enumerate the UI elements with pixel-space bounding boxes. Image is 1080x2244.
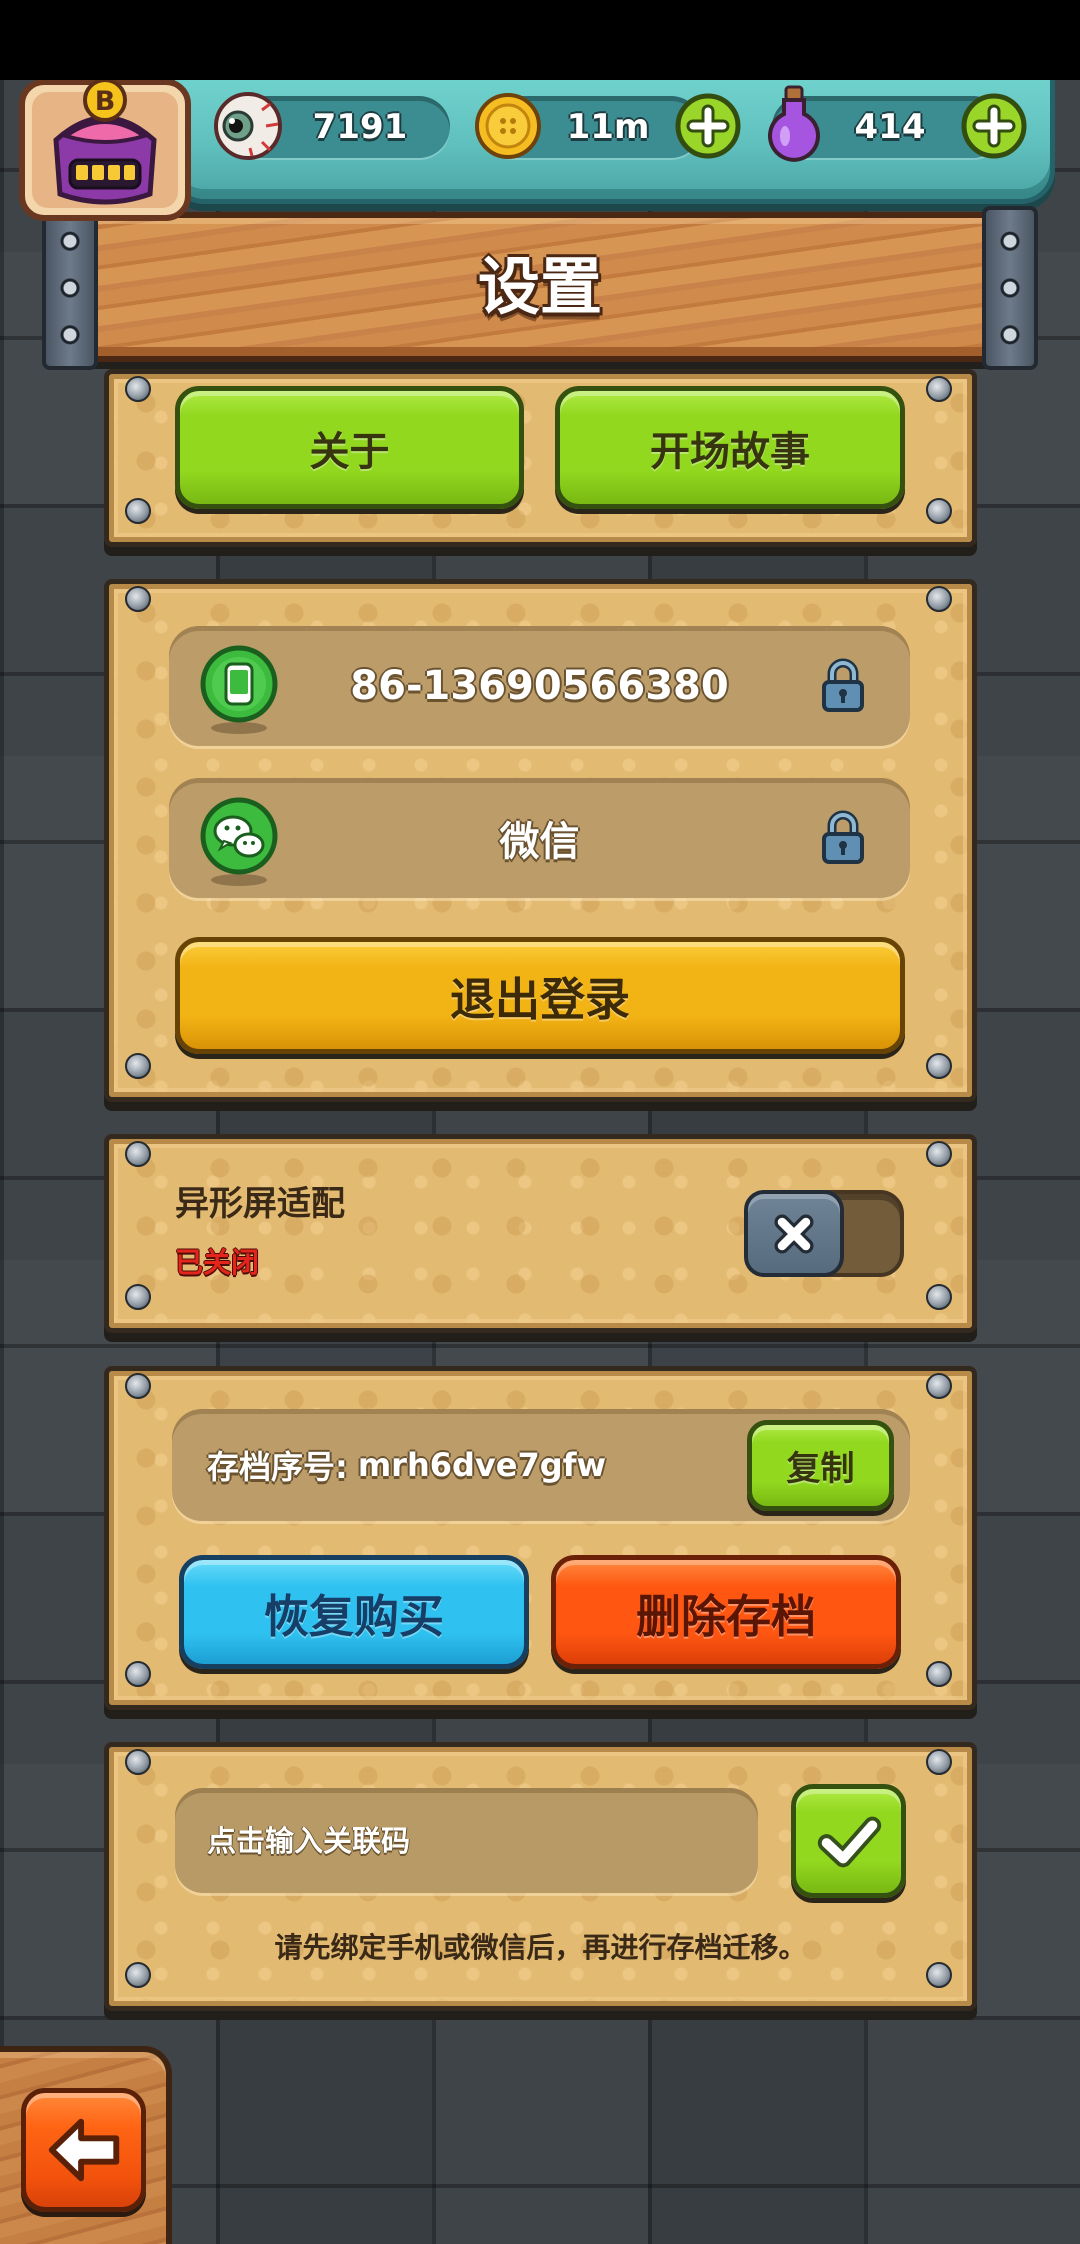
panel-screw	[926, 1141, 952, 1167]
panel-screw	[125, 1661, 151, 1687]
coin-count: 11m	[566, 107, 650, 147]
save-panel: 存档序号: mrh6dve7gfw 复制 恢复购买 删除存档	[104, 1366, 977, 1710]
link-code-panel: 请先绑定手机或微信后，再进行存档迁移。	[104, 1742, 977, 2011]
migration-hint: 请先绑定手机或微信后，再进行存档迁移。	[274, 1931, 807, 1964]
account-panel: 86-13690566380 微信 退出登录	[104, 579, 977, 1102]
panel-screw	[125, 1141, 151, 1167]
display-panel: 异形屏适配 已关闭	[104, 1134, 977, 1333]
confirm-link-button[interactable]	[791, 1784, 906, 1898]
notch-adapt-toggle[interactable]	[744, 1190, 904, 1277]
notch-adapt-status: 已关闭	[175, 1246, 260, 1279]
about-button[interactable]: 关于	[175, 386, 524, 509]
panel-screw	[125, 1284, 151, 1310]
panel-screw	[125, 376, 151, 402]
panel-screw	[125, 586, 151, 612]
add-coins-plus-icon[interactable]	[674, 92, 742, 160]
panel-screw	[926, 376, 952, 402]
info-panel: 关于 开场故事	[104, 369, 977, 547]
coin-icon	[475, 93, 541, 159]
lock-icon	[822, 658, 864, 712]
panel-screw	[125, 1749, 151, 1775]
link-code-input[interactable]	[175, 1788, 758, 1893]
eyeball-count: 7191	[312, 107, 408, 147]
delete-save-button[interactable]: 删除存档	[551, 1555, 901, 1669]
panel-screw	[125, 1373, 151, 1399]
panel-screw	[125, 1053, 151, 1079]
panel-screw	[926, 586, 952, 612]
panel-screw	[926, 1373, 952, 1399]
close-icon	[774, 1214, 814, 1253]
back-button[interactable]	[21, 2088, 146, 2212]
checkmark-icon	[817, 1816, 881, 1868]
wechat-binding-row[interactable]: 微信	[169, 778, 910, 898]
phone-binding-row[interactable]: 86-13690566380	[169, 626, 910, 746]
save-id-value: mrh6dve7gfw	[357, 1446, 607, 1484]
monster-avatar-icon[interactable]: B	[16, 74, 194, 224]
page-title: 设置	[477, 250, 602, 323]
save-id-text: 存档序号: mrh6dve7gfw	[207, 1409, 606, 1521]
eyeball-icon	[214, 92, 282, 160]
potion-icon	[768, 85, 820, 162]
wechat-label: 微信	[499, 819, 580, 865]
phone-number: 86-13690566380	[350, 663, 729, 709]
left-arrow-icon	[48, 2118, 119, 2182]
potion-count: 414	[854, 107, 926, 147]
panel-screw	[926, 1284, 952, 1310]
save-id-label: 存档序号:	[207, 1448, 348, 1486]
panel-screw	[125, 498, 151, 524]
panel-screw	[926, 1661, 952, 1687]
panel-screw	[926, 1749, 952, 1775]
toggle-knob[interactable]	[744, 1190, 844, 1277]
restore-purchases-button[interactable]: 恢复购买	[179, 1555, 529, 1669]
add-potions-plus-icon[interactable]	[960, 92, 1028, 160]
copy-save-id-button[interactable]: 复制	[747, 1420, 894, 1511]
panel-screw	[926, 498, 952, 524]
settings-screen: B 7191 11m 414 设置 关于 开场故事 86-13690566380…	[0, 0, 1080, 2244]
opening-story-button[interactable]: 开场故事	[555, 386, 905, 509]
lock-icon	[822, 810, 864, 864]
avatar-badge-letter: B	[95, 86, 116, 117]
panel-screw	[926, 1053, 952, 1079]
notch-adapt-label: 异形屏适配	[175, 1184, 345, 1224]
status-bar	[0, 0, 1080, 80]
logout-button[interactable]: 退出登录	[175, 937, 905, 1054]
